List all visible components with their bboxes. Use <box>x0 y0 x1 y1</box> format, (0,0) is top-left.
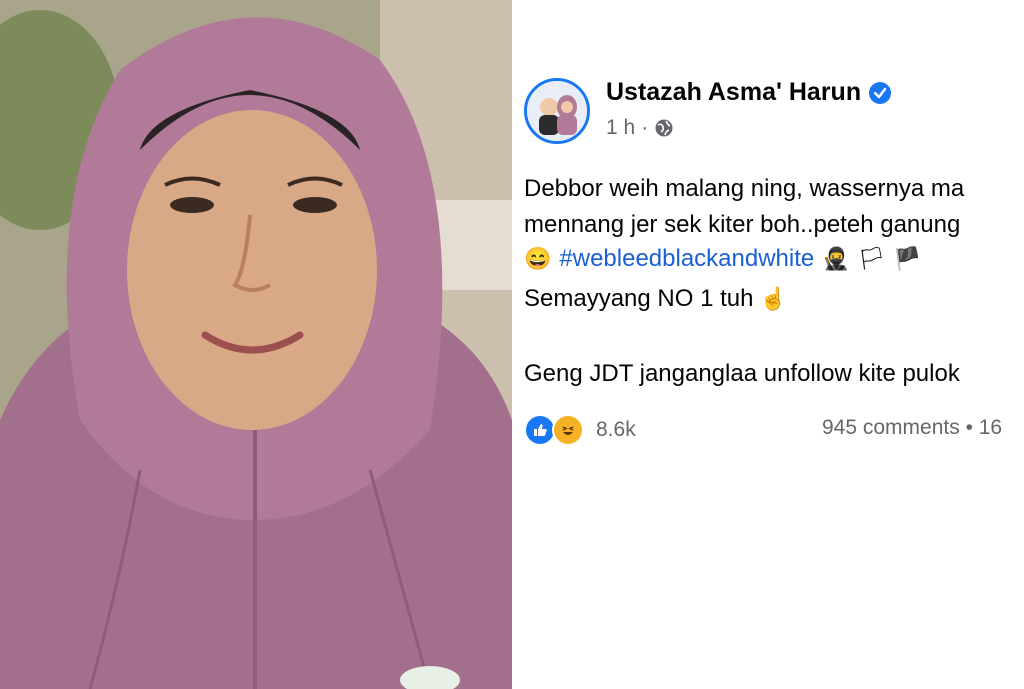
page-name[interactable]: Ustazah Asma' Harun <box>606 78 861 107</box>
post-text-line-4: Semayyang NO 1 tuh ☝ <box>524 285 787 313</box>
reactions-count: 8.6k <box>596 418 636 441</box>
post-text-line-2: mennang jer sek kiter boh..peteh ganung <box>524 211 961 238</box>
post-text-line-5: Geng JDT janganglaa unfollow kite pulok <box>524 360 960 387</box>
post-text-line-1: Debbor weih malang ning, wassernya ma <box>524 175 965 202</box>
reactions-summary[interactable]: 8.6k <box>524 414 636 446</box>
post-time[interactable]: 1 h <box>606 116 635 140</box>
point-up-emoji: ☝ <box>759 286 787 311</box>
comments-shares-summary[interactable]: 945 comments • 16 <box>822 416 1002 440</box>
post-header: Ustazah Asma' Harun <box>606 78 892 107</box>
profile-photo <box>0 0 512 689</box>
ninja-emoji: 🥷 <box>822 246 850 271</box>
globe-icon <box>655 119 673 137</box>
facebook-post: Ustazah Asma' Harun 1 h · Debbor weih ma… <box>516 0 1024 689</box>
haha-reaction-icon <box>552 414 584 446</box>
avatar-illustration <box>527 81 587 141</box>
post-meta: 1 h · <box>606 116 674 140</box>
black-flag-emoji: 🏴 <box>893 246 922 271</box>
woman-in-hijab-illustration <box>0 0 512 689</box>
grin-emoji: 😄 <box>524 246 552 271</box>
meta-separator: · <box>641 116 649 139</box>
post-text-line-3: 😄 #webleedblackandwhite 🥷 🏳 🏴 <box>524 245 921 273</box>
hashtag-link[interactable]: #webleedblackandwhite <box>559 245 814 273</box>
post-text-line-4-text: Semayyang NO 1 tuh <box>524 285 754 312</box>
white-flag-emoji: 🏳 <box>857 246 886 271</box>
verified-badge-icon <box>869 81 892 104</box>
page-avatar[interactable] <box>524 78 590 144</box>
